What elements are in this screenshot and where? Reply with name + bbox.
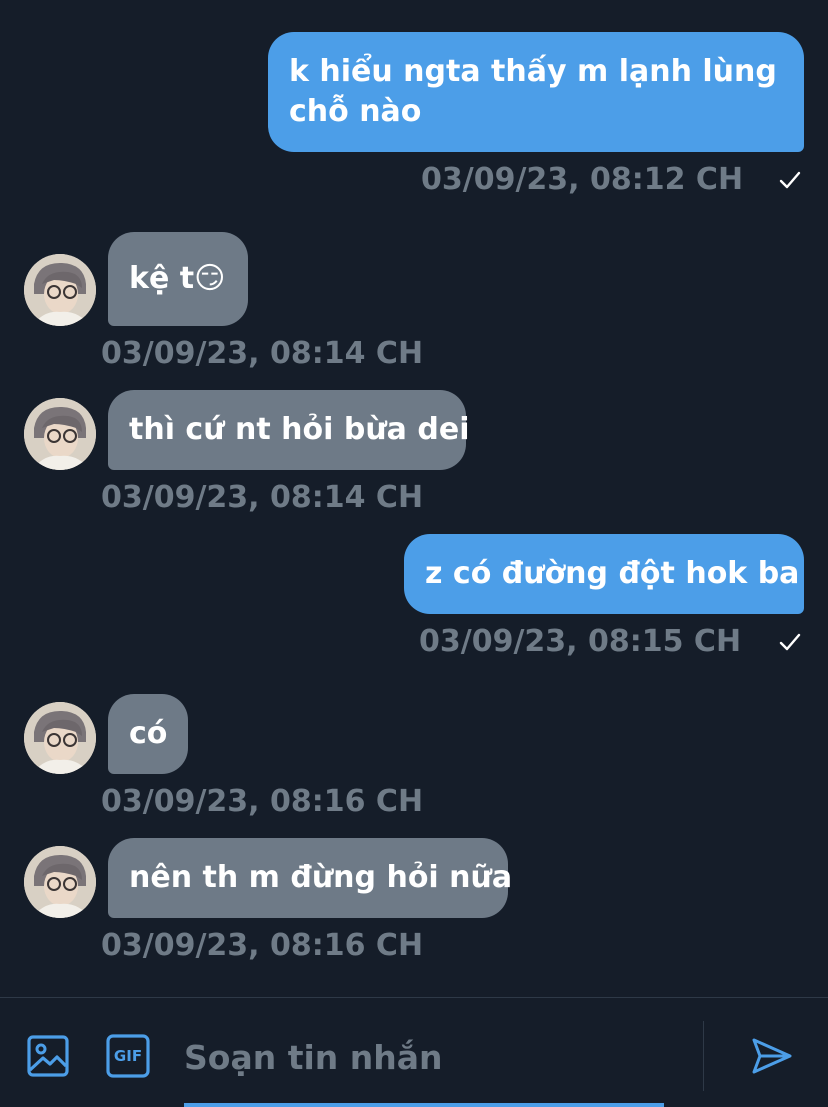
incoming-message-bubble[interactable]: có	[108, 694, 188, 774]
avatar-photo	[24, 254, 96, 326]
avatar[interactable]	[24, 398, 96, 470]
message-timestamp: 03/09/23, 08:16 CH	[101, 928, 424, 963]
avatar-photo	[24, 846, 96, 918]
gif-label: GIF	[113, 1047, 143, 1065]
avatar[interactable]	[24, 254, 96, 326]
message-timestamp: 03/09/23, 08:15 CH	[419, 624, 742, 659]
message-timestamp: 03/09/23, 08:14 CH	[101, 336, 424, 371]
composer-divider-line	[0, 997, 828, 998]
avatar-photo	[24, 702, 96, 774]
outgoing-message-bubble[interactable]: z có đường đột hok ba	[404, 534, 804, 614]
message-timestamp: 03/09/23, 08:14 CH	[101, 480, 424, 515]
send-button[interactable]	[750, 1034, 794, 1078]
avatar[interactable]	[24, 702, 96, 774]
message-timestamp: 03/09/23, 08:16 CH	[101, 784, 424, 819]
message-timestamp: 03/09/23, 08:12 CH	[421, 162, 744, 197]
input-focus-underline	[184, 1103, 664, 1107]
incoming-message-bubble[interactable]: nên th m đừng hỏi nữa	[108, 838, 512, 918]
gif-button[interactable]: GIF	[106, 1034, 150, 1078]
check-icon	[779, 171, 801, 189]
outgoing-message-bubble[interactable]: k hiểu ngta thấy m lạnh lùng chỗ nào	[268, 32, 804, 152]
incoming-message-bubble[interactable]: thì cứ nt hỏi bừa dei	[108, 390, 469, 470]
check-icon	[779, 633, 801, 651]
avatar-photo	[24, 398, 96, 470]
image-icon	[27, 1035, 69, 1077]
avatar[interactable]	[24, 846, 96, 918]
image-button[interactable]	[26, 1034, 70, 1078]
incoming-message-bubble[interactable]: kệ t😏	[108, 232, 248, 326]
composer-separator	[703, 1021, 704, 1091]
message-compose-input[interactable]: Soạn tin nhắn	[184, 1030, 664, 1086]
send-icon	[752, 1038, 792, 1074]
